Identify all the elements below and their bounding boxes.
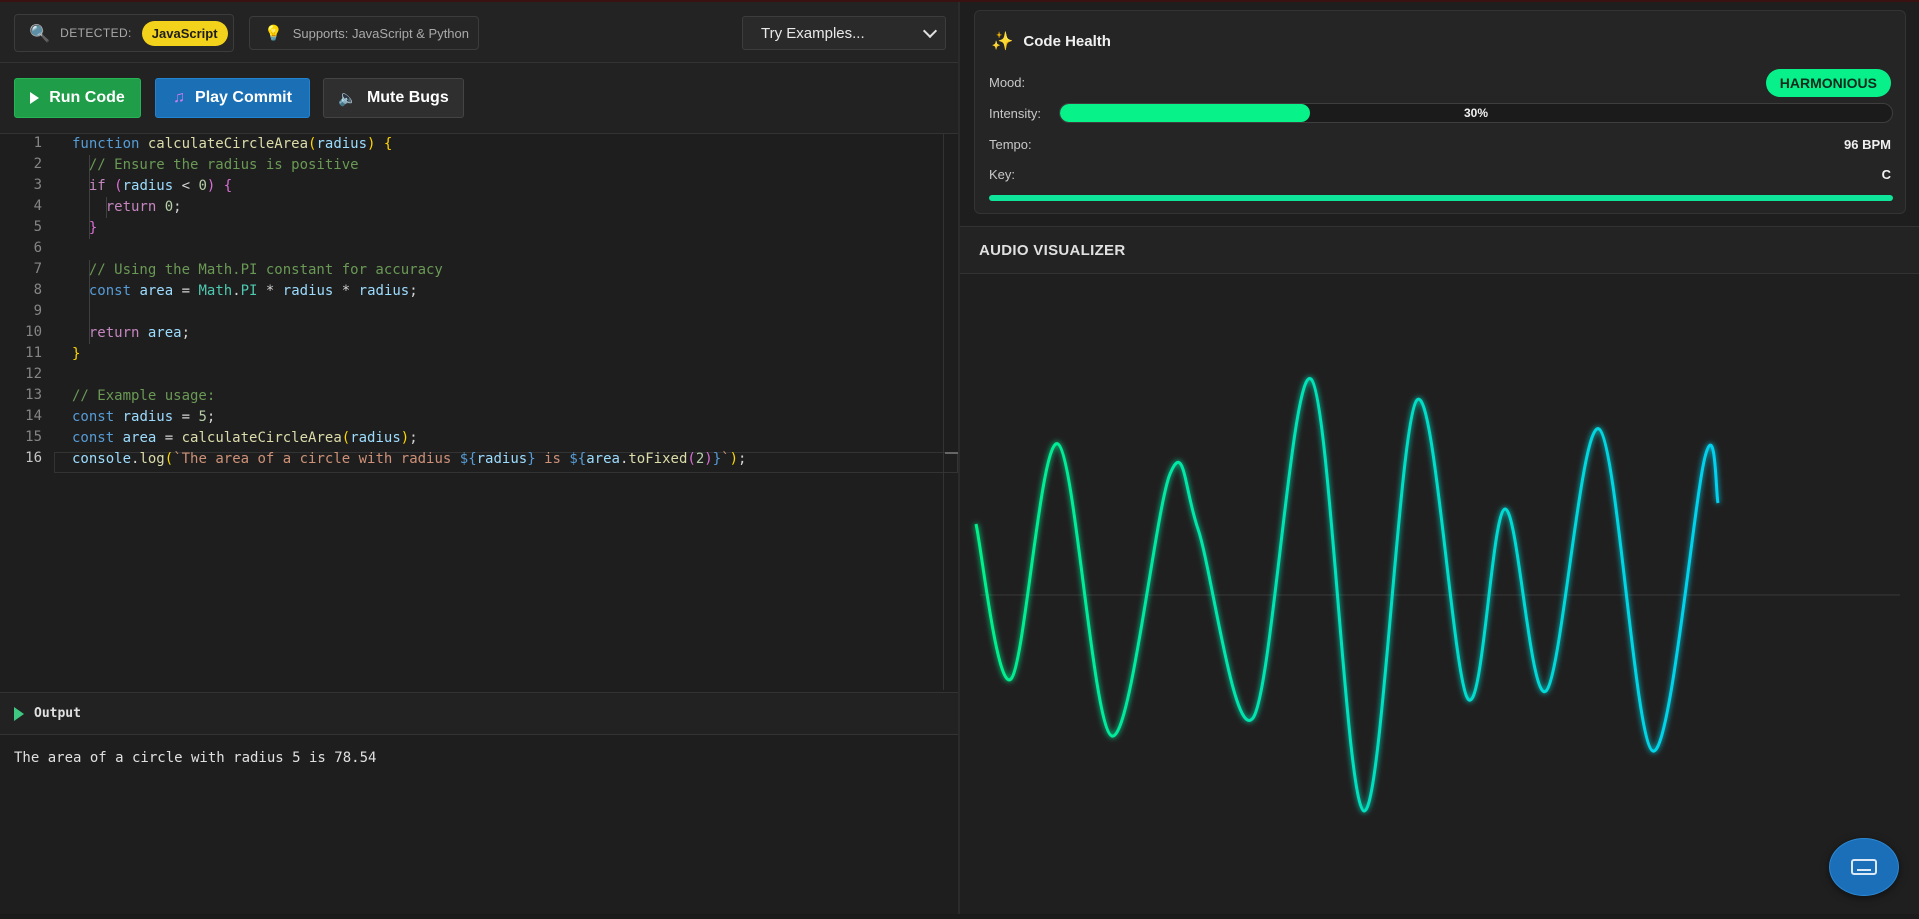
action-toolbar: Run Code ♫ Play Commit 🔈 Mute Bugs [0, 63, 958, 134]
line-number: 2 [33, 156, 42, 172]
line-number: 13 [25, 387, 42, 403]
music-note-icon: ♫ [173, 89, 186, 106]
visualizer-header: AUDIO VISUALIZER [960, 226, 1919, 274]
output-header[interactable]: Output [0, 692, 958, 735]
play-commit-button[interactable]: ♫ Play Commit [155, 78, 310, 118]
intensity-label: Intensity: [989, 106, 1042, 121]
line-number: 14 [25, 408, 42, 424]
line-number: 1 [33, 135, 42, 151]
editor-scrollbar[interactable] [943, 134, 944, 690]
line-number: 7 [33, 261, 42, 277]
code-line: console.log(`The area of a circle with r… [72, 451, 747, 467]
output-title: Output [34, 706, 81, 721]
tempo-value: 96 BPM [1844, 137, 1891, 152]
code-editor[interactable]: 1 2 3 4 5 6 7 8 9 10 11 12 13 14 15 16 f… [0, 134, 958, 690]
sparkle-icon: ✨ [991, 31, 1014, 51]
code-line: const area = Math.PI * radius * radius; [88, 283, 418, 299]
intensity-value: 30% [1463, 106, 1489, 120]
output-text: The area of a circle with radius 5 is 78… [14, 750, 377, 766]
supported-languages-info: 💡 Supports: JavaScript & Python [249, 16, 479, 50]
examples-select-value: Try Examples... [761, 24, 865, 42]
detected-language-badge: JavaScript [141, 20, 228, 46]
keyboard-icon [1851, 859, 1877, 875]
code-line: // Ensure the radius is positive [88, 157, 359, 173]
code-line: // Using the Math.PI constant for accura… [88, 262, 443, 278]
chevron-down-icon [922, 23, 938, 39]
mood-badge: HARMONIOUS [1765, 69, 1891, 97]
expand-output-icon [14, 706, 24, 721]
code-line: // Example usage: [72, 388, 216, 404]
code-health-card: ✨ Code Health Mood: HARMONIOUS Intensity… [974, 10, 1906, 214]
keyboard-shortcuts-button[interactable] [1829, 838, 1899, 896]
line-number: 3 [33, 177, 42, 193]
key-label: Key: [989, 167, 1016, 182]
code-line: function calculateCircleArea(radius) { [72, 136, 393, 152]
audio-pane: ✨ Code Health Mood: HARMONIOUS Intensity… [960, 2, 1919, 914]
line-number: 9 [33, 303, 42, 319]
mute-bugs-label: Mute Bugs [366, 89, 449, 106]
examples-select[interactable]: Try Examples... [742, 16, 946, 50]
line-number: 15 [25, 429, 42, 445]
supports-label: Supports: JavaScript & Python [292, 25, 469, 41]
waveform-canvas [974, 377, 1900, 813]
code-line: return 0; [105, 199, 182, 215]
speaker-icon: 🔈 [338, 90, 357, 107]
run-code-label: Run Code [49, 89, 125, 106]
language-detector: 🔍 DETECTED: JavaScript [14, 14, 234, 52]
line-number-active: 16 [25, 450, 42, 466]
key-indicator-bar [989, 195, 1893, 201]
code-line: return area; [88, 325, 191, 341]
detected-label: DETECTED: [60, 26, 132, 40]
code-line: if (radius < 0) { [88, 178, 233, 194]
mood-label: Mood: [989, 75, 1026, 90]
code-line: } [72, 346, 81, 362]
line-number: 6 [33, 240, 42, 256]
audio-visualizer [960, 274, 1919, 914]
line-number: 12 [25, 366, 42, 382]
code-line: const radius = 5; [72, 409, 216, 425]
visualizer-title: AUDIO VISUALIZER [979, 241, 1126, 259]
code-line: } [88, 220, 98, 236]
line-number-gutter: 1 2 3 4 5 6 7 8 9 10 11 12 13 14 15 16 [0, 134, 50, 690]
line-number: 11 [25, 345, 42, 361]
magnifier-icon: 🔍 [29, 23, 51, 43]
line-number: 8 [33, 282, 42, 298]
code-lines[interactable]: function calculateCircleArea(radius) { /… [72, 134, 942, 690]
code-health-title: Code Health [1023, 33, 1111, 50]
line-number: 4 [33, 198, 42, 214]
editor-pane: 🔍 DETECTED: JavaScript 💡 Supports: JavaS… [0, 2, 958, 914]
line-number: 10 [25, 324, 42, 340]
code-health-heading: ✨ Code Health [991, 31, 1111, 52]
lightbulb-icon: 💡 [264, 25, 283, 42]
play-icon [30, 92, 40, 104]
key-value: C [1881, 167, 1891, 182]
mute-bugs-button[interactable]: 🔈 Mute Bugs [323, 78, 464, 118]
scrollbar-cursor-marker [945, 452, 958, 454]
run-code-button[interactable]: Run Code [14, 78, 141, 118]
play-commit-label: Play Commit [195, 89, 292, 106]
intensity-bar: 30% [1059, 103, 1893, 123]
language-bar: 🔍 DETECTED: JavaScript 💡 Supports: JavaS… [0, 2, 958, 63]
line-number: 5 [33, 219, 42, 235]
tempo-label: Tempo: [989, 137, 1032, 152]
code-line: const area = calculateCircleArea(radius)… [72, 430, 418, 446]
